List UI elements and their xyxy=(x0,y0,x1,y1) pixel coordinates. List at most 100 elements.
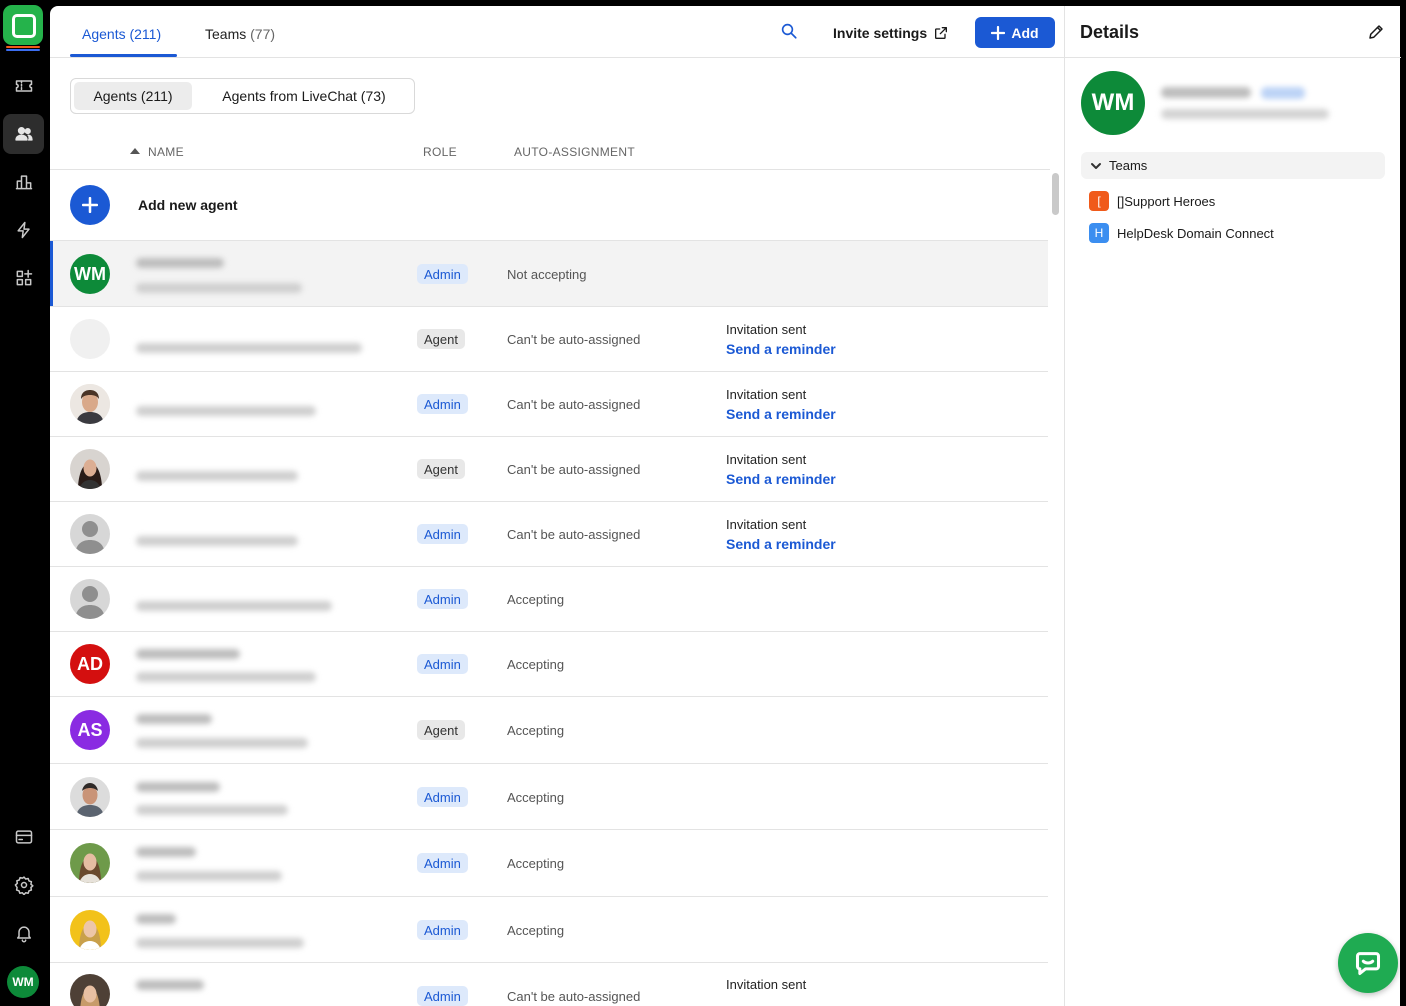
assignment-status: Accepting xyxy=(507,790,565,805)
column-name[interactable]: NAME xyxy=(148,145,184,159)
table-row[interactable]: WM Admin Not accepting xyxy=(50,241,1048,307)
table-row[interactable]: Admin Accepting xyxy=(50,897,1048,963)
details-panel: Details WM Teams [ []Support Heroes H He… xyxy=(1064,6,1401,1006)
table-row[interactable]: Admin Can't be auto-assigned Invitation … xyxy=(50,963,1048,1006)
teams-section-toggle[interactable]: Teams xyxy=(1081,152,1385,179)
user-photo-icon xyxy=(70,910,110,950)
edit-button[interactable] xyxy=(1367,23,1385,41)
assignment-status: Can't be auto-assigned xyxy=(507,989,641,1004)
role-badge: Admin xyxy=(417,853,468,873)
assignment-status: Accepting xyxy=(507,723,565,738)
agent-email xyxy=(136,738,308,748)
add-agent-button[interactable] xyxy=(70,185,110,225)
tab-label: Agents xyxy=(82,26,126,42)
app-window: WM Agents (211) Teams (77) Invite settin… xyxy=(0,0,1406,1006)
rail-notifications[interactable] xyxy=(3,913,44,953)
user-photo-icon xyxy=(70,449,110,489)
left-rail: WM xyxy=(0,0,48,1006)
agent-email xyxy=(136,601,332,611)
send-reminder-link[interactable]: Send a reminder xyxy=(726,536,836,552)
team-item[interactable]: H HelpDesk Domain Connect xyxy=(1089,223,1274,243)
avatar xyxy=(70,384,110,424)
plus-icon xyxy=(991,25,1006,40)
avatar xyxy=(70,843,110,883)
column-role[interactable]: ROLE xyxy=(423,145,457,159)
table-row[interactable]: Admin Can't be auto-assigned Invitation … xyxy=(50,372,1048,437)
seg-agents[interactable]: Agents (211) xyxy=(74,82,192,110)
role-badge: Admin xyxy=(417,589,468,609)
details-role-badge xyxy=(1261,87,1305,99)
send-reminder-link[interactable]: Send a reminder xyxy=(726,341,836,357)
agents-icon xyxy=(14,126,33,141)
invitation-sent-label: Invitation sent xyxy=(726,452,807,467)
chat-widget-button[interactable] xyxy=(1338,933,1398,993)
table-row[interactable]: AD Admin Accepting xyxy=(50,632,1048,697)
table-row[interactable]: Admin Can't be auto-assigned Invitation … xyxy=(50,502,1048,567)
agent-name xyxy=(136,649,240,659)
add-button[interactable]: Add xyxy=(975,17,1055,48)
current-user-avatar[interactable]: WM xyxy=(7,966,39,998)
seg-livechat-agents[interactable]: Agents from LiveChat (73) xyxy=(202,82,406,110)
invitation-sent-label: Invitation sent xyxy=(726,517,807,532)
billing-icon xyxy=(15,830,32,844)
table-row[interactable]: Admin Accepting xyxy=(50,830,1048,897)
avatar xyxy=(70,514,110,554)
user-photo-icon xyxy=(70,974,110,1006)
send-reminder-link[interactable]: Send a reminder xyxy=(726,406,836,422)
rail-tickets[interactable] xyxy=(3,66,44,106)
rail-agents[interactable] xyxy=(3,114,44,154)
role-badge: Admin xyxy=(417,920,468,940)
column-auto-assignment[interactable]: AUTO-ASSIGNMENT xyxy=(514,145,635,159)
invitation-sent-label: Invitation sent xyxy=(726,977,807,992)
reports-icon xyxy=(15,175,32,190)
avatar xyxy=(70,319,110,359)
table-row[interactable]: Admin Accepting xyxy=(50,567,1048,632)
agent-email xyxy=(136,672,316,682)
agents-table: Add new agent WM Admin Not accepting Age… xyxy=(50,170,1048,1006)
search-button[interactable] xyxy=(780,22,802,44)
details-avatar: WM xyxy=(1081,71,1145,135)
rail-automation[interactable] xyxy=(3,210,44,250)
tickets-icon xyxy=(15,80,32,92)
external-link-icon xyxy=(935,27,948,39)
sort-ascending-icon[interactable] xyxy=(130,148,140,154)
active-tab-indicator xyxy=(70,54,177,57)
agent-email xyxy=(136,343,362,353)
rail-apps[interactable] xyxy=(3,258,44,298)
tab-agents[interactable]: Agents (211) xyxy=(82,26,161,42)
agents-main-panel: Agents (211) Teams (77) Invite settings … xyxy=(50,6,1064,1006)
details-agent-name xyxy=(1161,87,1251,98)
invite-settings-button[interactable]: Invite settings xyxy=(833,22,949,44)
rail-billing[interactable] xyxy=(3,817,44,857)
user-photo-icon xyxy=(70,777,110,817)
settings-icon xyxy=(14,876,34,895)
tab-label: Teams xyxy=(205,26,247,42)
team-name: []Support Heroes xyxy=(1117,193,1216,209)
avatar xyxy=(70,579,110,619)
tab-teams[interactable]: Teams (77) xyxy=(205,26,275,42)
table-row[interactable]: Admin Accepting xyxy=(50,764,1048,830)
table-row[interactable]: Agent Can't be auto-assigned Invitation … xyxy=(50,437,1048,502)
invite-settings-label: Invite settings xyxy=(833,25,928,41)
team-item[interactable]: [ []Support Heroes xyxy=(1089,191,1215,211)
helpdesk-logo[interactable] xyxy=(3,5,43,51)
rail-reports[interactable] xyxy=(3,162,44,202)
agent-email xyxy=(136,471,298,481)
table-row[interactable]: Agent Can't be auto-assigned Invitation … xyxy=(50,307,1048,372)
avatar: AS xyxy=(70,710,110,750)
role-badge: Agent xyxy=(417,329,465,349)
rail-settings[interactable] xyxy=(3,865,44,905)
invitation-sent-label: Invitation sent xyxy=(726,322,807,337)
role-badge: Admin xyxy=(417,264,468,284)
tab-count: (77) xyxy=(250,26,276,42)
send-reminder-link[interactable]: Send a reminder xyxy=(726,471,836,487)
teams-section-label: Teams xyxy=(1109,158,1148,173)
notifications-icon xyxy=(16,926,31,943)
agent-email xyxy=(136,536,298,546)
table-row[interactable]: AS Agent Accepting xyxy=(50,697,1048,764)
agent-source-switch: Agents (211) Agents from LiveChat (73) xyxy=(70,78,415,114)
table-scrollbar[interactable] xyxy=(1052,173,1059,215)
agent-name xyxy=(136,914,176,924)
plus-icon xyxy=(82,197,98,213)
add-new-agent-row[interactable]: Add new agent xyxy=(50,170,1048,241)
